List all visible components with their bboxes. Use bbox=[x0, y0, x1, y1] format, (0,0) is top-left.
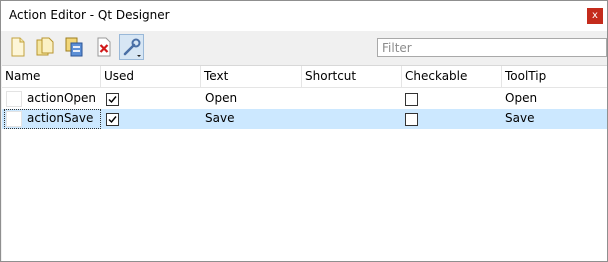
action-name[interactable]: actionSave bbox=[27, 109, 93, 129]
used-checkbox[interactable] bbox=[106, 93, 119, 106]
action-name[interactable]: actionOpen bbox=[27, 89, 96, 109]
configure-action-button[interactable] bbox=[119, 34, 144, 60]
used-checkbox[interactable] bbox=[106, 113, 119, 126]
close-button[interactable]: x bbox=[587, 8, 603, 24]
copy-icon bbox=[65, 37, 82, 57]
title-bar[interactable]: Action Editor - Qt Designer x bbox=[1, 1, 607, 31]
delete-icon bbox=[97, 37, 110, 57]
wrench-icon bbox=[123, 38, 141, 57]
checkable-checkbox[interactable] bbox=[405, 93, 418, 106]
new-document-icon bbox=[11, 37, 24, 57]
delete-action-button[interactable] bbox=[91, 34, 116, 60]
table-header: Name Used Text Shortcut Checkable ToolTi… bbox=[2, 66, 607, 88]
column-header-name[interactable]: Name bbox=[2, 66, 101, 88]
actions-table: Name Used Text Shortcut Checkable ToolTi… bbox=[2, 65, 607, 261]
toolbar bbox=[1, 31, 607, 64]
open-folder-icon bbox=[36, 37, 53, 56]
edit-action-button[interactable] bbox=[32, 34, 57, 60]
action-icon-placeholder bbox=[6, 111, 22, 127]
table-row[interactable]: actionSave Save Save bbox=[2, 109, 607, 129]
column-header-tooltip[interactable]: ToolTip bbox=[502, 66, 607, 88]
action-text[interactable]: Open bbox=[205, 89, 237, 109]
column-header-used[interactable]: Used bbox=[101, 66, 201, 88]
action-icon-placeholder bbox=[6, 91, 22, 107]
filter-input[interactable] bbox=[377, 38, 607, 57]
table-row[interactable]: actionOpen Open Open bbox=[2, 89, 607, 109]
column-header-shortcut[interactable]: Shortcut bbox=[302, 66, 402, 88]
action-editor-window: Action Editor - Qt Designer x Filter Nam… bbox=[0, 0, 608, 262]
action-text[interactable]: Save bbox=[205, 109, 234, 129]
window-title: Action Editor - Qt Designer bbox=[9, 8, 170, 22]
column-header-text[interactable]: Text bbox=[201, 66, 302, 88]
action-tooltip[interactable]: Save bbox=[505, 109, 534, 129]
action-tooltip[interactable]: Open bbox=[505, 89, 537, 109]
check-icon bbox=[108, 116, 117, 124]
checkable-checkbox[interactable] bbox=[405, 113, 418, 126]
copy-action-button[interactable] bbox=[61, 34, 86, 60]
column-header-checkable[interactable]: Checkable bbox=[402, 66, 502, 88]
new-action-button[interactable] bbox=[5, 34, 30, 60]
check-icon bbox=[108, 96, 117, 104]
